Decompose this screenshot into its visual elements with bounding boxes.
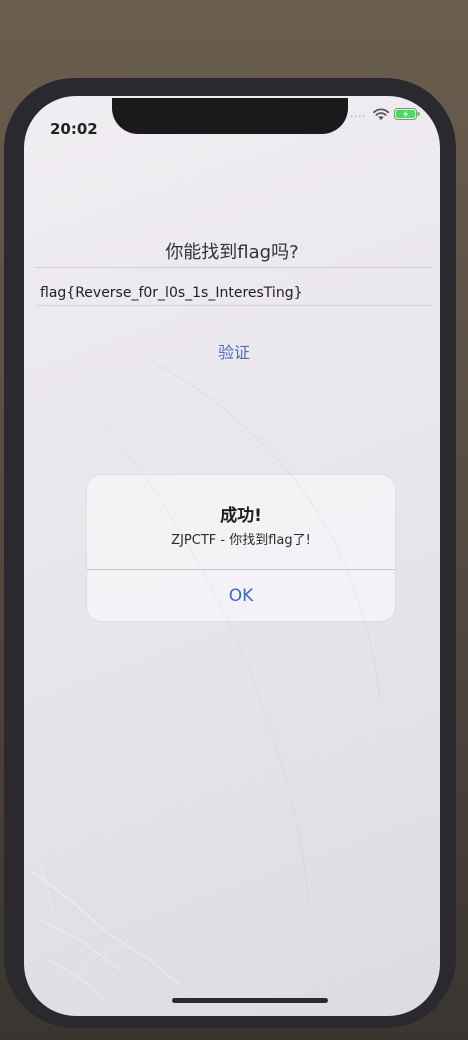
question-title: 你能找到flag吗? xyxy=(165,242,299,263)
verify-button[interactable]: 验证 xyxy=(198,336,270,366)
home-indicator[interactable] xyxy=(172,998,328,1003)
wifi-icon xyxy=(373,108,389,120)
alert-message: ZJPCTF - 你找到flag了! xyxy=(171,533,311,548)
input-top-divider xyxy=(36,267,432,268)
input-bottom-divider xyxy=(36,305,432,306)
status-icons: ···· xyxy=(350,106,430,126)
notch xyxy=(112,98,348,134)
success-alert: 成功! ZJPCTF - 你找到flag了! OK xyxy=(87,475,395,621)
signal-dots: ···· xyxy=(350,112,367,123)
battery-charging-icon xyxy=(394,108,420,120)
flag-input[interactable] xyxy=(36,279,440,307)
alert-title: 成功! xyxy=(220,506,262,526)
status-time: 20:02 xyxy=(50,120,98,138)
alert-ok-button[interactable]: OK xyxy=(87,570,395,621)
